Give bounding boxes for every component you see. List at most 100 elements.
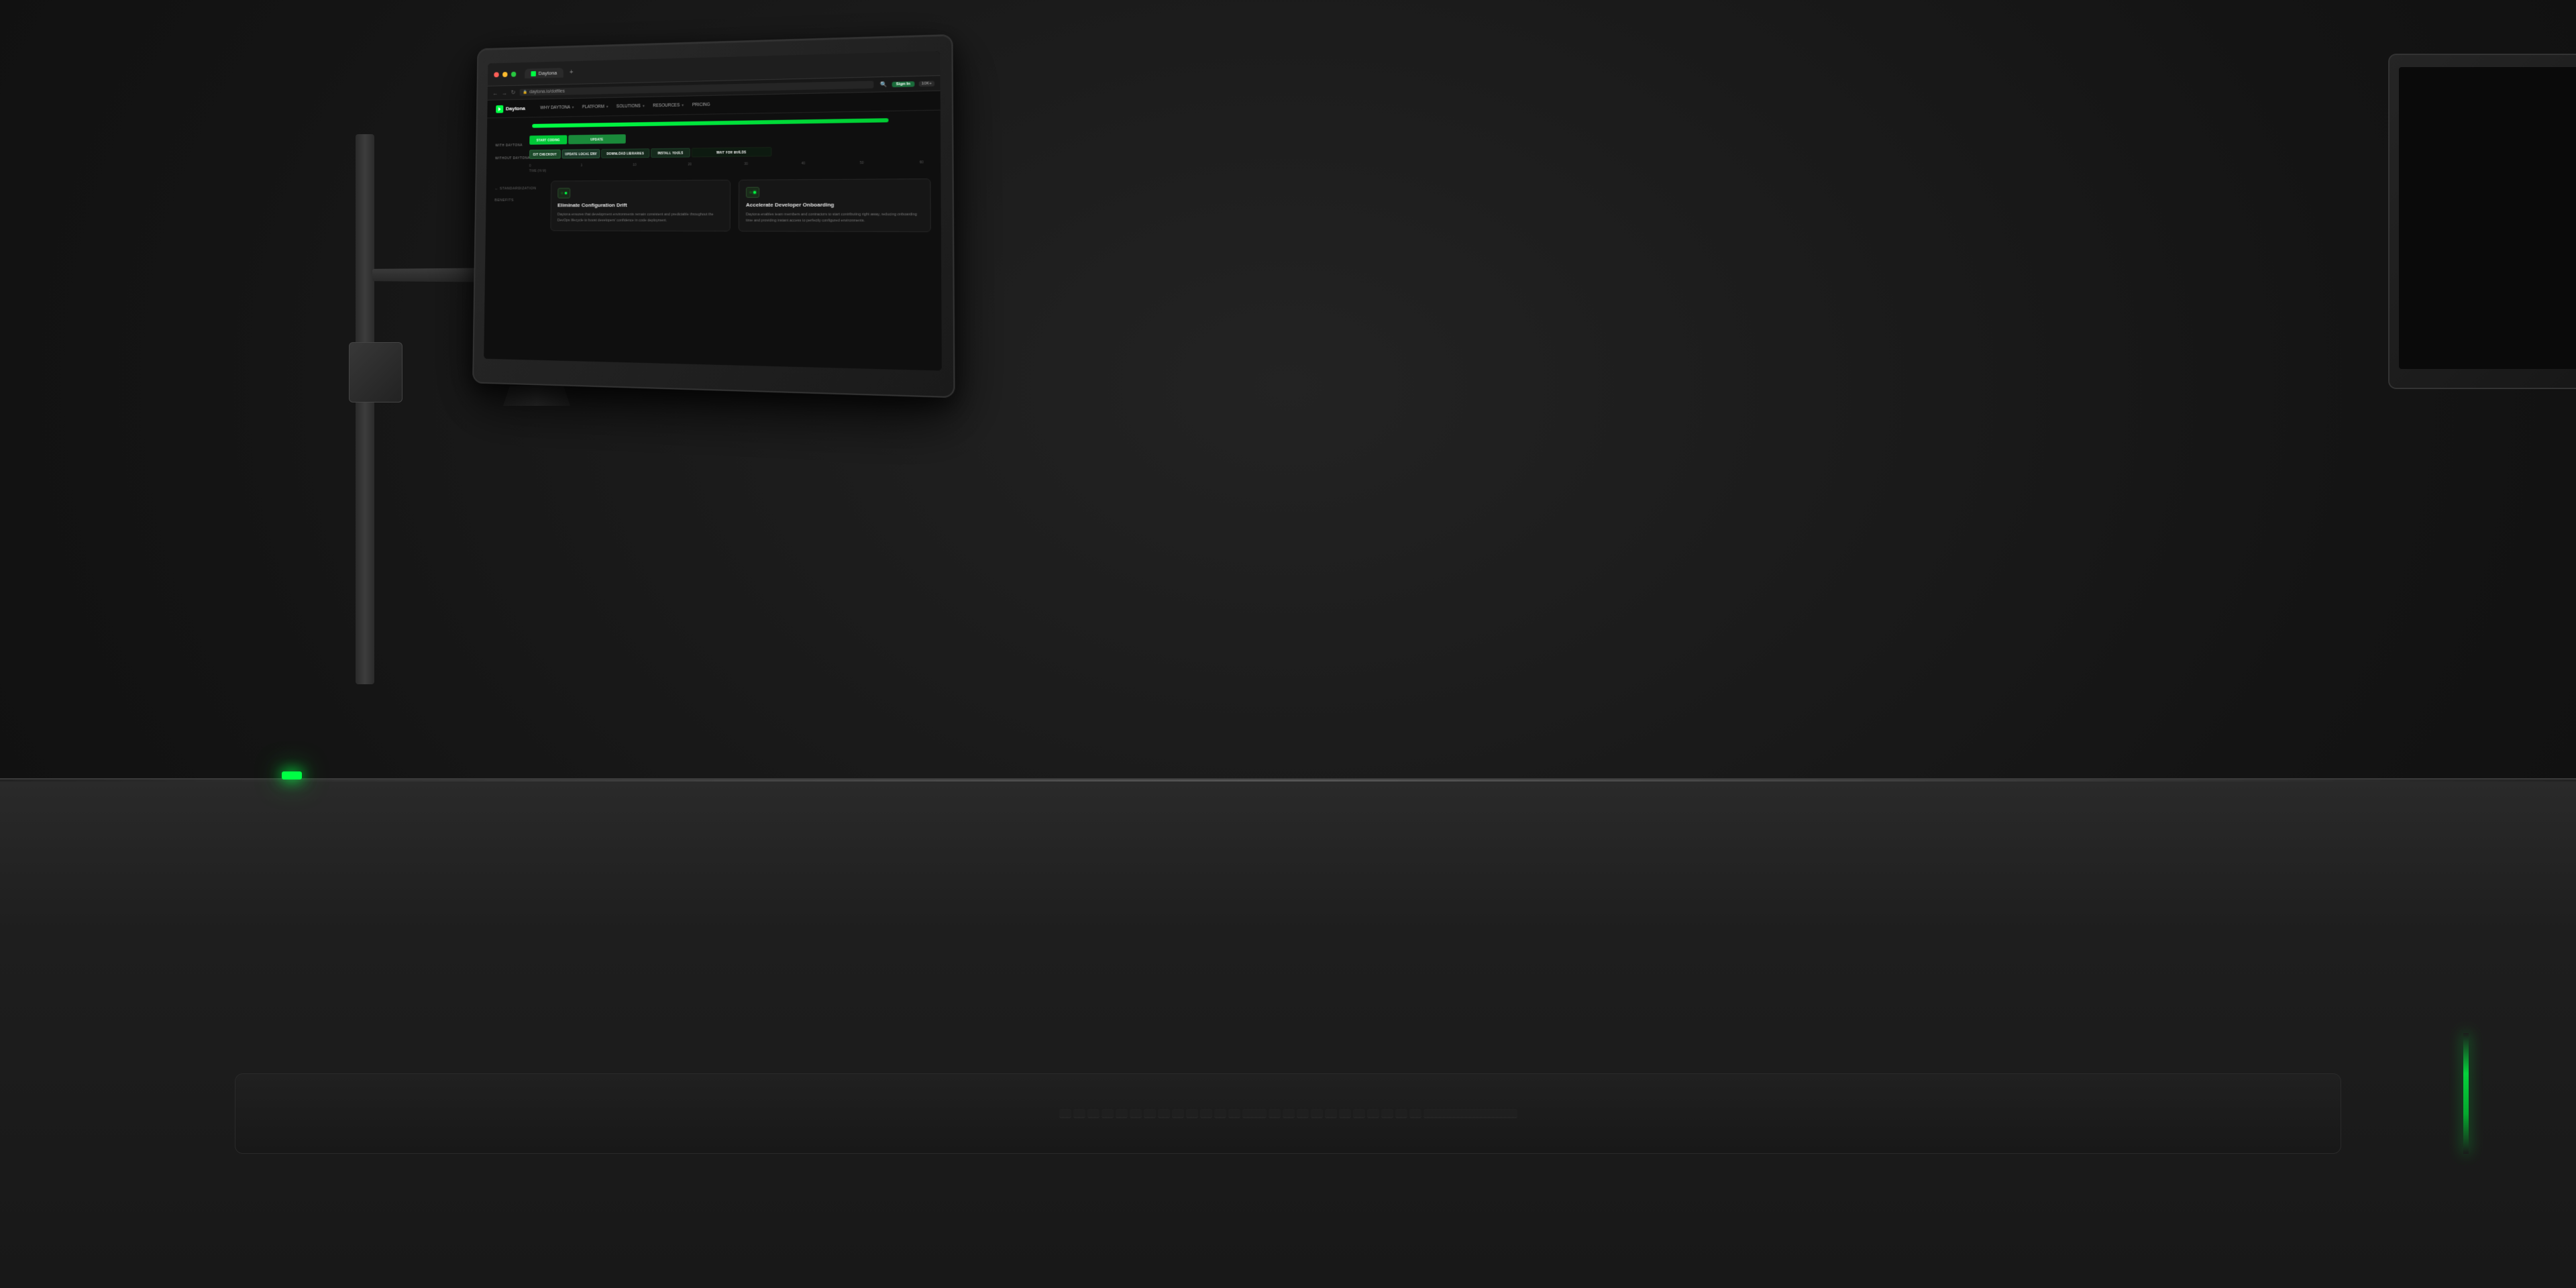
key-tab <box>1242 1109 1267 1118</box>
chevron-down-icon: ▼ <box>642 104 645 108</box>
nav-why-daytona[interactable]: WHY DAYTONA ▼ <box>540 105 574 111</box>
secondary-monitor-bezel <box>2388 54 2576 389</box>
key-space <box>1424 1109 1517 1118</box>
axis-30: 30 <box>744 162 748 166</box>
standardization-label: ← STANDARDIZATION BENEFITS <box>494 186 536 202</box>
chart-container: WITH DAYTONA WITHOUT DAYTONA START CODIN… <box>495 130 930 174</box>
nav-resources[interactable]: RESOURCES ▼ <box>653 103 684 109</box>
main-monitor: Daytona + ← → ↻ 🔒 daytona.io/dotfiles 🔍 … <box>472 34 955 398</box>
key <box>1283 1109 1295 1118</box>
key <box>1381 1109 1393 1118</box>
chevron-down-icon: ▼ <box>606 105 609 109</box>
key <box>1297 1109 1309 1118</box>
browser-dot-close[interactable] <box>494 72 498 77</box>
key <box>1395 1109 1407 1118</box>
key <box>1158 1109 1170 1118</box>
back-button[interactable]: ← <box>492 90 498 97</box>
url-text: daytona.io/dotfiles <box>529 89 565 95</box>
chart-row-without-daytona: GIT CHECKOUT UPDATE LOCAL ENV DOWNLOAD L… <box>529 145 930 158</box>
feature-card-onboarding: Accelerate Developer Onboarding Daytona … <box>739 178 931 232</box>
browser-search-button[interactable]: 🔍 <box>881 81 888 87</box>
website-content: Daytona WHY DAYTONA ▼ PLATFORM ▼ SOLUTIO… <box>484 91 942 371</box>
axis-0: 0 <box>529 164 531 168</box>
bar-wait-builds: WAIT FOR BUILDS <box>692 147 772 157</box>
feature-cards: Eliminate Configuration Drift Daytona en… <box>550 178 930 232</box>
arm-led-accent <box>282 771 302 780</box>
bar-install-tools: INSTALL TOOLS <box>651 148 690 158</box>
signin-button[interactable]: Sign In <box>892 81 914 87</box>
lock-icon: 🔒 <box>523 90 528 95</box>
feature-card-config-drift: Eliminate Configuration Drift Daytona en… <box>550 180 731 231</box>
browser-actions: 🔍 Sign In 10K+ <box>881 80 934 87</box>
axis-60: 60 <box>920 160 924 164</box>
refresh-button[interactable]: ↻ <box>511 89 516 97</box>
key <box>1102 1109 1114 1118</box>
onboarding-title: Accelerate Developer Onboarding <box>746 201 923 209</box>
secondary-monitor-screen <box>2399 67 2576 369</box>
bar-local-env: UPDATE LOCAL ENV <box>562 149 600 158</box>
tab-favicon <box>531 71 536 76</box>
browser-dot-maximize[interactable] <box>511 71 516 76</box>
chevron-down-icon: ▼ <box>572 105 575 109</box>
key <box>1353 1109 1365 1118</box>
with-daytona-label: WITH DAYTONA <box>495 144 529 148</box>
key <box>1200 1109 1212 1118</box>
chart-labels: WITH DAYTONA WITHOUT DAYTONA <box>495 136 529 160</box>
browser-tab[interactable]: Daytona <box>525 68 564 78</box>
logo-icon <box>496 105 503 113</box>
key <box>1409 1109 1421 1118</box>
nav-solutions[interactable]: SOLUTIONS ▼ <box>616 104 645 109</box>
nav-pricing[interactable]: PRICING <box>692 103 710 107</box>
key <box>1325 1109 1337 1118</box>
monitor-screen: Daytona + ← → ↻ 🔒 daytona.io/dotfiles 🔍 … <box>484 51 942 370</box>
chevron-down-icon: ▼ <box>681 103 684 107</box>
key <box>1214 1109 1226 1118</box>
key <box>1172 1109 1184 1118</box>
icon-dot-bright-right <box>753 191 756 194</box>
config-drift-desc: Daytona ensures that development environ… <box>557 212 723 224</box>
key <box>1130 1109 1142 1118</box>
key <box>1059 1109 1071 1118</box>
progress-bar-with-daytona <box>532 118 888 127</box>
features-section: ← STANDARDIZATION BENEFITS Eliminate Con… <box>494 178 931 232</box>
axis-20: 20 <box>688 162 692 166</box>
icon-dot-left-2 <box>749 191 752 194</box>
key <box>1228 1109 1240 1118</box>
desk-led-right <box>2463 1033 2469 1154</box>
time-axis-label: TIME (IN M) <box>529 169 546 173</box>
axis-40: 40 <box>802 162 806 166</box>
nav-links: WHY DAYTONA ▼ PLATFORM ▼ SOLUTIONS ▼ R <box>540 103 710 111</box>
bar-start-coding: START CODING <box>529 135 567 144</box>
logo-text: Daytona <box>506 105 525 111</box>
icon-dot-right <box>565 192 568 195</box>
arm-pole <box>356 134 374 684</box>
key <box>1116 1109 1128 1118</box>
browser-dot-minimize[interactable] <box>502 72 507 77</box>
icon-dot-left <box>561 192 564 195</box>
config-drift-title: Eliminate Configuration Drift <box>557 202 723 209</box>
nav-platform[interactable]: PLATFORM ▼ <box>582 105 609 110</box>
onboarding-desc: Daytona enables team members and contrac… <box>746 212 923 224</box>
key <box>1311 1109 1323 1118</box>
tab-label: Daytona <box>539 70 557 76</box>
monitor-bezel: Daytona + ← → ↻ 🔒 daytona.io/dotfiles 🔍 … <box>472 34 955 398</box>
onboarding-icon <box>746 187 759 198</box>
key <box>1339 1109 1351 1118</box>
axis-50: 50 <box>860 161 864 165</box>
key <box>1269 1109 1281 1118</box>
add-tab-button[interactable]: + <box>570 69 574 76</box>
arm-joint <box>349 342 402 402</box>
secondary-monitor <box>2388 54 2576 389</box>
desk-surface <box>0 778 2576 1288</box>
keyboard <box>235 1073 2341 1154</box>
key <box>1073 1109 1085 1118</box>
forward-button[interactable]: → <box>502 89 507 96</box>
monitor-base <box>503 386 570 406</box>
key <box>1367 1109 1379 1118</box>
main-content: WITH DAYTONA WITHOUT DAYTONA START CODIN… <box>486 111 941 239</box>
features-sidebar: ← STANDARDIZATION BENEFITS <box>494 181 551 231</box>
key <box>1144 1109 1156 1118</box>
github-stars[interactable]: 10K+ <box>918 80 934 87</box>
comparison-section: WITH DAYTONA WITHOUT DAYTONA START CODIN… <box>495 117 930 173</box>
axis-10: 10 <box>633 163 636 167</box>
